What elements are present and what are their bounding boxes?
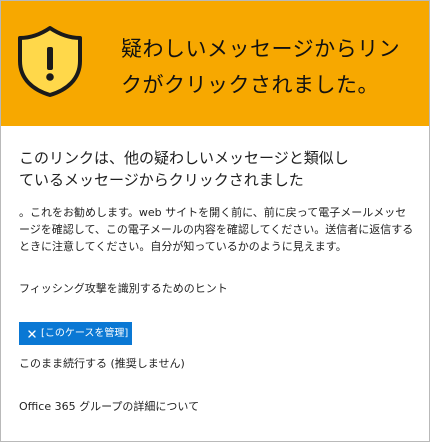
warning-banner: 疑わしいメッセージからリンクがクリックされました。: [1, 1, 429, 126]
recommendation-text: 。これをお勧めします。web サイトを開く前に、前に戻って電子メールメッセージを…: [19, 206, 414, 253]
page-headline: このリンクは、他の疑わしいメッセージと類似しているメッセージからクリックされまし…: [19, 149, 349, 189]
phishing-tips-link[interactable]: フィッシング攻撃を識別するためのヒント: [19, 280, 228, 296]
close-x-icon: [28, 329, 36, 338]
banner-title: 疑わしいメッセージからリンクがクリックされました。: [121, 37, 401, 97]
learn-more-link[interactable]: Office 365 グループの詳細について: [19, 398, 199, 414]
manage-case-button-label: [このケースを管理] ペー: [41, 328, 132, 339]
phishing-warning-page: 疑わしいメッセージからリンクがクリックされました。 このリンクは、他の疑わしいメ…: [0, 0, 430, 442]
manage-case-button[interactable]: [このケースを管理] ペー: [19, 322, 132, 345]
continue-anyway-link[interactable]: このまま続行する (推奨しません): [19, 355, 185, 371]
warning-shield-icon: [18, 26, 82, 97]
